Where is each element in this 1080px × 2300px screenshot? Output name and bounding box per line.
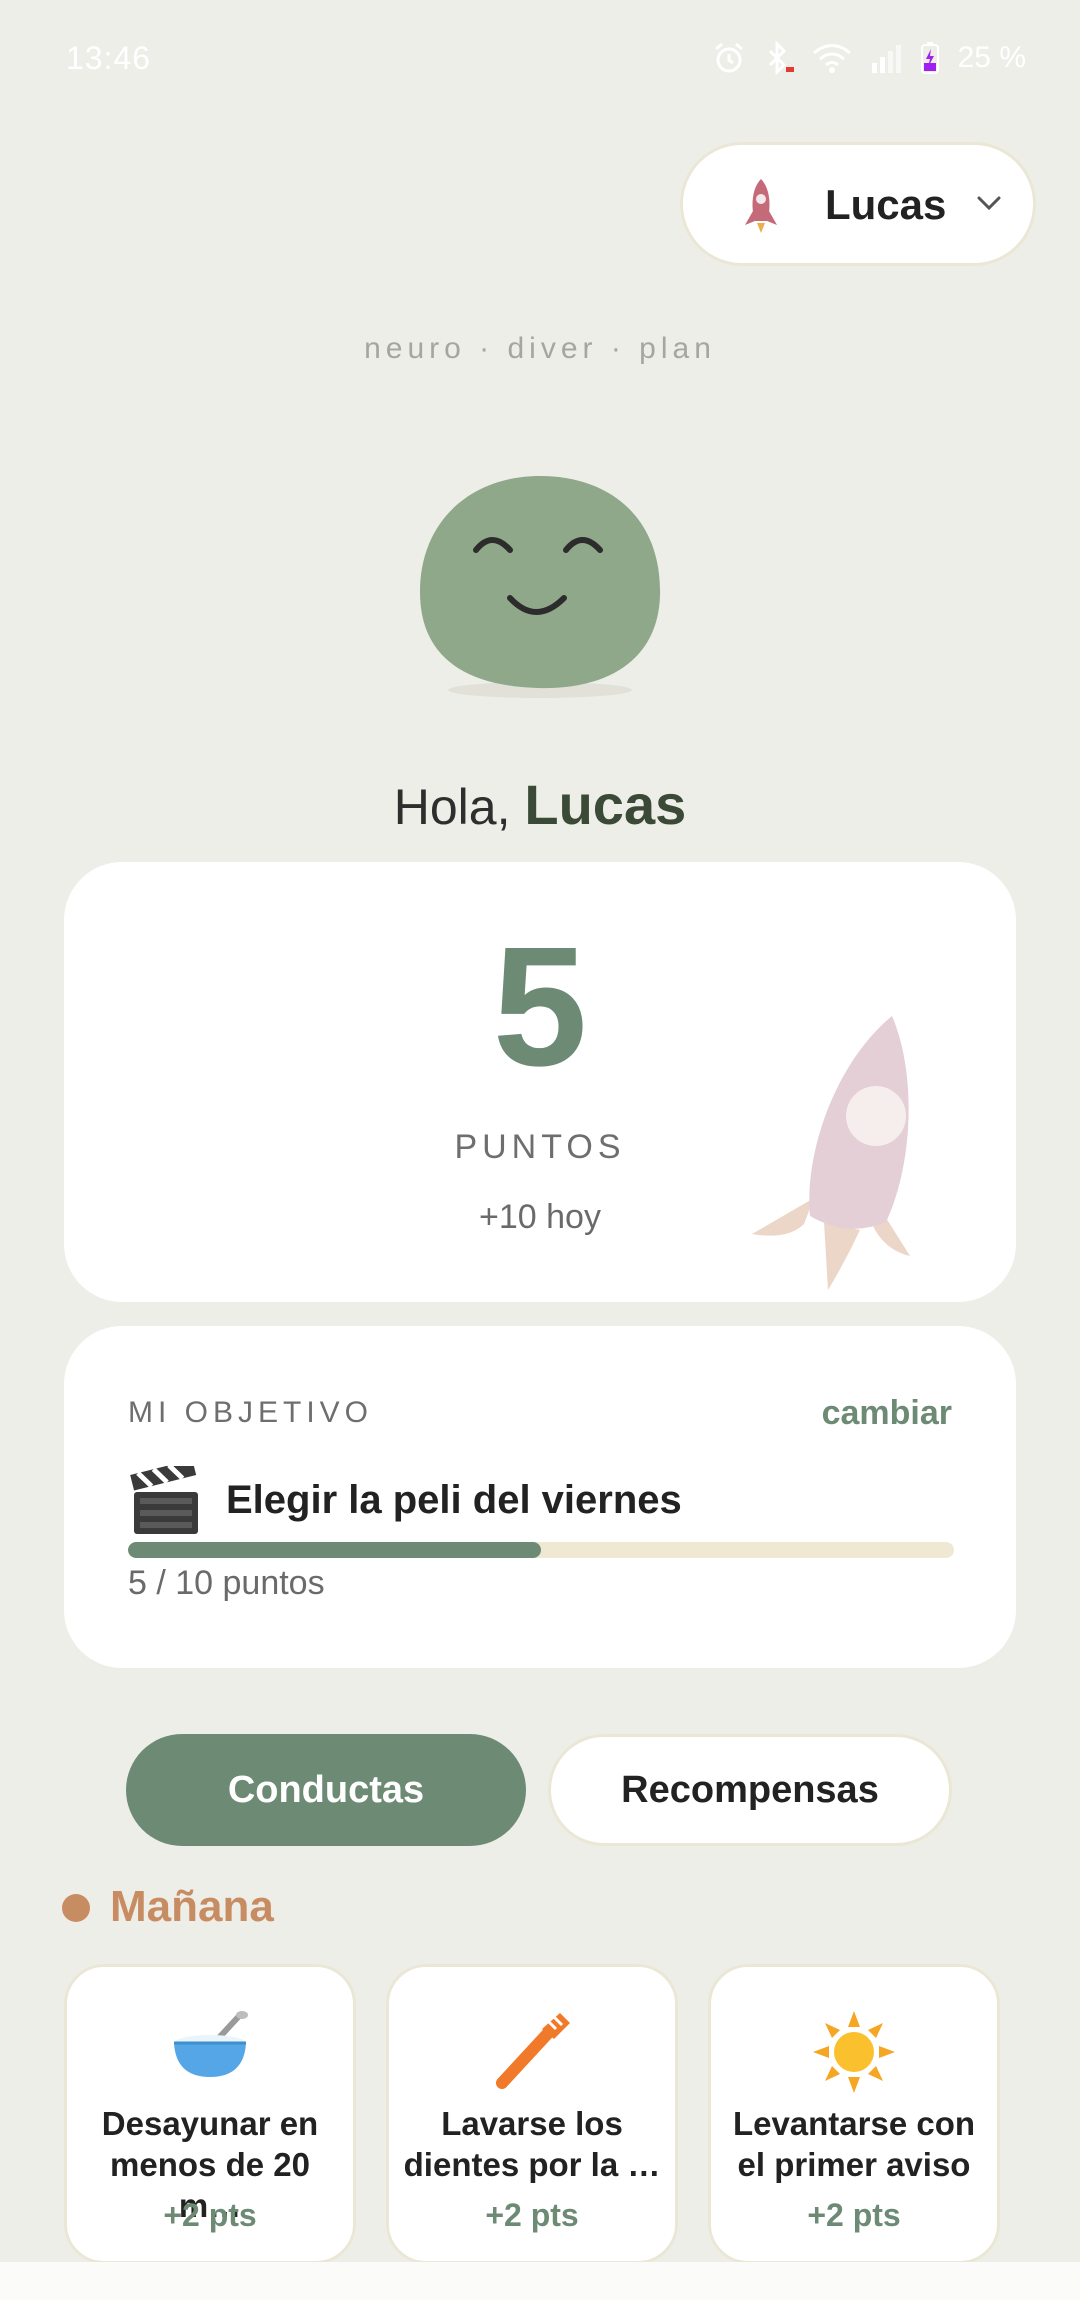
behavior-list: Desayunar en menos de 20 m… +2 pts Lavar… — [64, 1964, 1024, 2264]
sun-icon — [711, 2011, 997, 2093]
behavior-points: +2 pts — [807, 2197, 901, 2233]
toothbrush-icon — [389, 2011, 675, 2091]
profile-selector[interactable]: Lucas — [680, 142, 1036, 266]
greeting-prefix: Hola, — [393, 779, 511, 835]
goal-label: MI OBJETIVO — [128, 1396, 374, 1429]
goal-card: MI OBJETIVO cambiar Elegir la peli del v… — [64, 1326, 1016, 1668]
goal-progress-bar — [128, 1542, 954, 1558]
behavior-points: +2 pts — [163, 2197, 257, 2233]
tab-recompensas[interactable]: Recompensas — [548, 1734, 952, 1846]
bottom-strip — [0, 2262, 1080, 2300]
change-goal-button[interactable]: cambiar — [822, 1394, 952, 1433]
behavior-card[interactable]: Lavarse los dientes por la … +2 pts — [386, 1964, 678, 2264]
greeting: Hola, Lucas — [0, 772, 1080, 837]
bluetooth-icon — [764, 41, 794, 75]
alarm-icon — [712, 41, 746, 75]
section-dot — [62, 1894, 90, 1922]
greeting-name: Lucas — [524, 773, 687, 836]
tab-conductas[interactable]: Conductas — [126, 1734, 526, 1846]
goal-progress-text: 5 / 10 puntos — [128, 1564, 325, 1602]
mascot-illustration — [414, 468, 666, 709]
brand-tagline: neuro · diver · plan — [364, 332, 716, 365]
battery-level: 25 % — [957, 41, 1026, 74]
behavior-card[interactable]: Desayunar en menos de 20 m… +2 pts — [64, 1964, 356, 2264]
status-icons: 25 % — [712, 38, 1026, 78]
clapperboard-icon — [130, 1459, 202, 1543]
battery-icon — [920, 41, 940, 75]
behavior-label: Levantarse con el primer aviso — [732, 2105, 976, 2183]
status-bar: 13:46 25 % — [0, 0, 1080, 120]
points-card: 5 PUNTOS +10 hoy — [64, 862, 1016, 1302]
status-time: 13:46 — [66, 40, 152, 76]
rocket-icon — [743, 177, 779, 240]
behavior-points: +2 pts — [485, 2197, 579, 2233]
signal-icon — [870, 43, 902, 73]
chevron-down-icon — [975, 193, 1003, 218]
rocket-illustration — [748, 1012, 938, 1302]
goal-title: Elegir la peli del viernes — [226, 1478, 682, 1522]
behavior-card[interactable]: Levantarse con el primer aviso +2 pts — [708, 1964, 1000, 2264]
section-title: Mañana — [110, 1882, 274, 1931]
profile-name: Lucas — [825, 181, 947, 228]
bowl-icon — [67, 2011, 353, 2083]
wifi-icon — [812, 42, 852, 74]
goal-progress-fill — [128, 1542, 541, 1558]
behavior-label: Lavarse los dientes por la … — [403, 2105, 661, 2183]
